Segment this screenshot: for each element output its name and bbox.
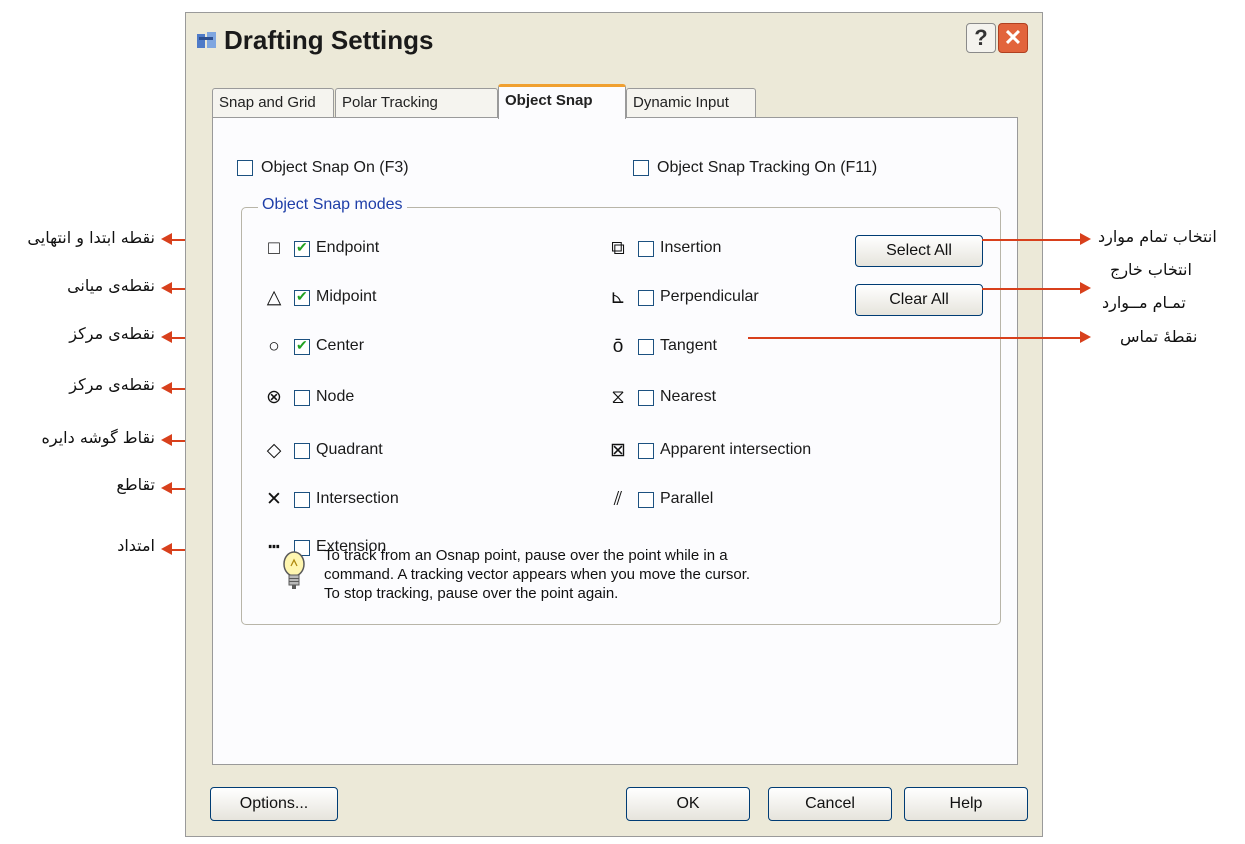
cancel-button[interactable]: Cancel	[768, 787, 892, 821]
tip-line: command. A tracking vector appears when …	[324, 566, 751, 583]
nearest-checkbox[interactable]	[638, 390, 654, 406]
quadrant-label: Quadrant	[316, 441, 383, 458]
annotation-endpoint: نقطه ابتدا و انتهایی	[27, 228, 155, 247]
quadrant-checkbox[interactable]	[294, 443, 310, 459]
parallel-icon: ⫽	[613, 489, 623, 510]
object-snap-modes-group: Object Snap modes □ Endpoint △ Midpoint …	[241, 196, 1001, 625]
select-all-button[interactable]: Select All	[855, 235, 983, 267]
endpoint-label: Endpoint	[316, 239, 380, 256]
midpoint-checkbox[interactable]	[294, 288, 310, 306]
object-snap-panel: Object Snap On (F3) Object Snap Tracking…	[212, 117, 1018, 765]
annotation-line	[982, 288, 1082, 290]
intersection-label: Intersection	[316, 490, 399, 507]
apparent-intersection-checkbox[interactable]	[638, 443, 654, 459]
annotation-select-all: انتخاب تمام موارد	[1098, 227, 1217, 246]
intersection-icon: ✕	[266, 489, 282, 510]
midpoint-label: Midpoint	[316, 288, 377, 305]
node-checkbox[interactable]	[294, 390, 310, 406]
options-button[interactable]: Options...	[210, 787, 338, 821]
object-snap-tracking-label: Object Snap Tracking On (F11)	[657, 159, 878, 176]
annotation-midpoint: نقطه‌ی میانی	[67, 276, 155, 295]
annotation-quadrant: نقاط گوشه دایره	[41, 428, 156, 447]
annotation-node: نقطه‌ی مرکز	[69, 375, 155, 394]
close-button[interactable]: ✕	[998, 23, 1028, 53]
annotation-clear-all-1: انتخاب خارج	[1110, 260, 1192, 279]
app-icon	[196, 31, 218, 51]
object-snap-tracking-checkbox[interactable]	[633, 160, 649, 176]
quadrant-icon: ◇	[266, 440, 282, 461]
clear-all-button[interactable]: Clear All	[855, 284, 983, 316]
title-bar: Drafting Settings ? ✕	[186, 13, 1042, 65]
perpendicular-icon: ⊾	[610, 287, 626, 308]
insertion-checkbox[interactable]	[638, 241, 654, 257]
tip-line: To track from an Osnap point, pause over…	[324, 547, 728, 564]
object-snap-on-label: Object Snap On (F3)	[261, 159, 409, 176]
perpendicular-checkbox[interactable]	[638, 290, 654, 306]
tab-snap-and-grid[interactable]: Snap and Grid	[212, 88, 334, 118]
annotation-extension: امتداد	[117, 536, 155, 555]
annotation-line	[748, 337, 1082, 339]
group-title: Object Snap modes	[258, 196, 407, 214]
annotation-line	[982, 239, 1082, 241]
window-title: Drafting Settings	[224, 25, 434, 55]
extension-icon: ┅	[268, 537, 280, 558]
nearest-icon: ⧖	[611, 387, 625, 408]
center-label: Center	[316, 337, 365, 354]
lightbulb-icon	[282, 550, 306, 594]
parallel-label: Parallel	[660, 490, 714, 507]
endpoint-icon: □	[268, 238, 280, 259]
intersection-checkbox[interactable]	[294, 492, 310, 508]
nearest-label: Nearest	[660, 388, 717, 405]
drafting-settings-dialog: Drafting Settings ? ✕ Snap and Grid Pola…	[185, 12, 1043, 837]
insertion-icon: ⧉	[611, 238, 625, 259]
object-snap-on-checkbox[interactable]	[237, 160, 253, 176]
annotation-intersection: تقاطع	[116, 475, 155, 494]
tip-line: To stop tracking, pause over the point a…	[324, 585, 619, 602]
tab-object-snap[interactable]: Object Snap	[498, 84, 626, 119]
tip-text: To track from an Osnap point, pause over…	[324, 546, 750, 603]
center-checkbox[interactable]	[294, 337, 310, 355]
annotation-arrow	[1080, 282, 1091, 294]
annotation-clear-all-2: تمـام مــوارد	[1102, 293, 1186, 312]
tangent-icon: ō	[612, 336, 624, 357]
apparent-intersection-icon: ⊠	[610, 440, 626, 461]
help-title-button[interactable]: ?	[966, 23, 996, 53]
help-button[interactable]: Help	[904, 787, 1028, 821]
ok-button[interactable]: OK	[626, 787, 750, 821]
node-label: Node	[316, 388, 355, 405]
insertion-label: Insertion	[660, 239, 722, 256]
annotation-arrow	[1080, 331, 1091, 343]
tab-dynamic-input[interactable]: Dynamic Input	[626, 88, 756, 118]
center-icon: ○	[268, 336, 280, 357]
endpoint-checkbox[interactable]	[294, 239, 310, 257]
annotation-tangent: نقطهٔ تماس	[1120, 327, 1198, 346]
midpoint-icon: △	[266, 287, 282, 308]
tangent-checkbox[interactable]	[638, 339, 654, 355]
tangent-label: Tangent	[660, 337, 717, 354]
apparent-intersection-label: Apparent intersection	[660, 441, 812, 458]
node-icon: ⊗	[266, 387, 282, 408]
perpendicular-label: Perpendicular	[660, 288, 759, 305]
tab-polar-tracking[interactable]: Polar Tracking	[335, 88, 498, 118]
parallel-checkbox[interactable]	[638, 492, 654, 508]
annotation-center: نقطه‌ی مرکز	[69, 324, 155, 343]
annotation-arrow	[1080, 233, 1091, 245]
